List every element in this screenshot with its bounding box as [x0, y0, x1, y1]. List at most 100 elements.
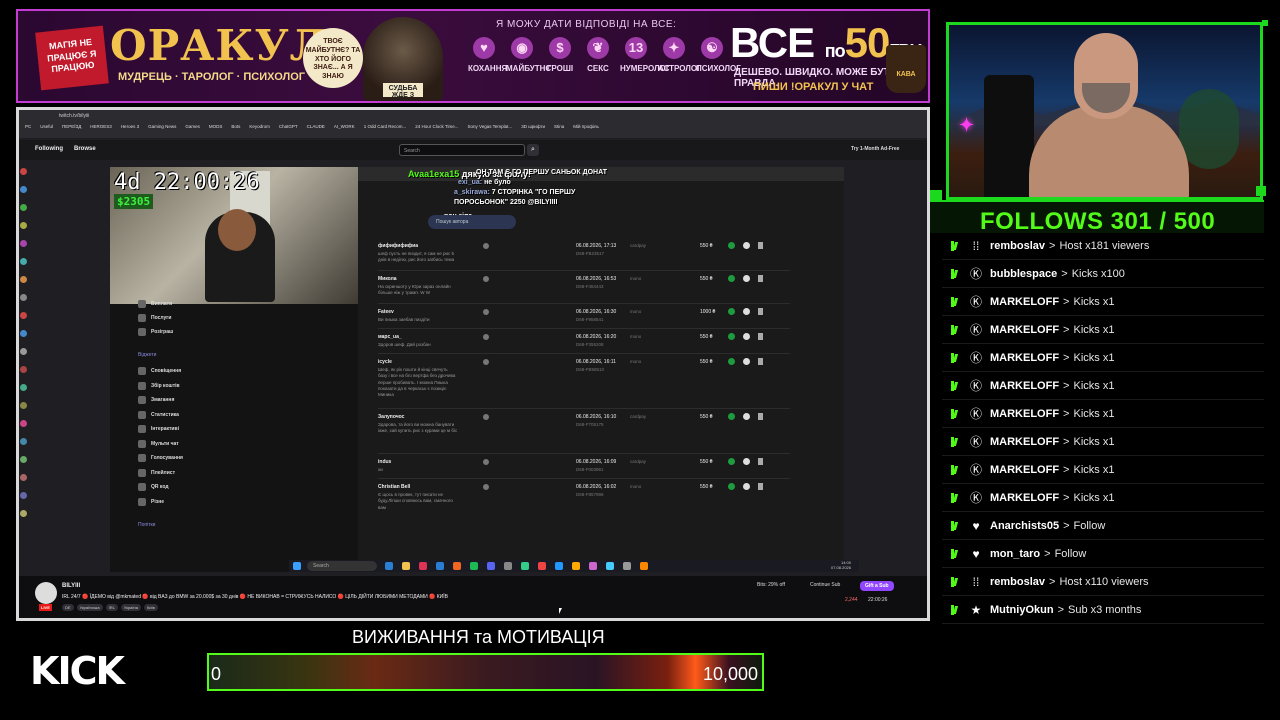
followed-channel-avatar[interactable]	[20, 366, 27, 373]
stream-tag[interactable]: IRL	[105, 604, 118, 611]
followed-channel-avatar[interactable]	[20, 402, 27, 409]
followed-channel-avatar[interactable]	[20, 240, 27, 247]
eye-icon[interactable]	[743, 458, 750, 465]
taskbar-app-icon[interactable]	[538, 562, 546, 570]
sidebar-item[interactable]: QR код	[138, 483, 169, 491]
sidebar-item[interactable]: Сповіщення	[138, 367, 181, 375]
taskbar-app-icon[interactable]	[504, 562, 512, 570]
followed-channel-avatar[interactable]	[20, 420, 27, 427]
eye-icon[interactable]	[743, 358, 750, 365]
trash-icon[interactable]	[758, 333, 763, 340]
trash-icon[interactable]	[758, 358, 763, 365]
bookmark-item[interactable]: MODS	[209, 124, 223, 129]
bookmark-item[interactable]: PC	[25, 124, 31, 129]
bookmark-item[interactable]: Keyodrom	[249, 124, 270, 129]
sidebar-item[interactable]: Розіграш	[138, 328, 173, 336]
approve-icon[interactable]	[728, 275, 735, 282]
bits-button[interactable]: Bits: 29% off	[757, 582, 785, 588]
bookmark-item[interactable]: 24 Hour Clock Time...	[415, 124, 458, 129]
address-bar[interactable]: twitch.tv/bilyiii	[59, 113, 89, 119]
gift-sub-button[interactable]: Gift a Sub	[860, 581, 894, 591]
taskbar-app-icon[interactable]	[623, 562, 631, 570]
approve-icon[interactable]	[728, 483, 735, 490]
twitch-search-input[interactable]: Search	[399, 144, 525, 156]
followed-channel-avatar[interactable]	[20, 330, 27, 337]
followed-channel-avatar[interactable]	[20, 492, 27, 499]
bookmark-item[interactable]: Stina	[554, 124, 564, 129]
followed-channel-avatar[interactable]	[20, 168, 27, 175]
bookmark-item[interactable]: 3D шрифти	[521, 124, 545, 129]
followed-channel-avatar[interactable]	[20, 474, 27, 481]
taskbar-app-icon[interactable]	[572, 562, 580, 570]
sidebar-item[interactable]: Інтерактиві	[138, 425, 179, 433]
nav-browse[interactable]: Browse	[74, 146, 96, 152]
trash-icon[interactable]	[758, 308, 763, 315]
sidebar-item[interactable]: Виплати	[138, 300, 172, 308]
taskbar-app-icon[interactable]	[436, 562, 444, 570]
sidebar-item[interactable]: Статистика	[138, 410, 179, 419]
trash-icon[interactable]	[758, 242, 763, 249]
followed-channel-avatar[interactable]	[20, 276, 27, 283]
taskbar-app-icon[interactable]	[640, 562, 648, 570]
windows-start-icon[interactable]	[293, 562, 301, 570]
approve-icon[interactable]	[728, 358, 735, 365]
taskbar-app-icon[interactable]	[521, 562, 529, 570]
sidebar-item[interactable]: Мульти чат	[138, 439, 179, 448]
trash-icon[interactable]	[758, 483, 763, 490]
eye-icon[interactable]	[743, 242, 750, 249]
trash-icon[interactable]	[758, 413, 763, 420]
followed-channel-avatar[interactable]	[20, 186, 27, 193]
followed-channel-avatar[interactable]	[20, 348, 27, 355]
followed-channel-avatar[interactable]	[20, 312, 27, 319]
followed-channel-avatar[interactable]	[20, 456, 27, 463]
channel-name[interactable]: BILYIII	[62, 583, 80, 589]
bookmark-item[interactable]: CLAUDE	[307, 124, 325, 129]
stream-tag[interactable]: Українська	[76, 604, 103, 611]
stream-tag[interactable]: Київ	[143, 604, 158, 611]
eye-icon[interactable]	[743, 308, 750, 315]
approve-icon[interactable]	[728, 308, 735, 315]
user-icon[interactable]	[483, 459, 489, 465]
bookmark-item[interactable]: Heroes 3	[121, 124, 139, 129]
bookmark-item[interactable]: HEROES3	[90, 124, 112, 129]
eye-icon[interactable]	[743, 333, 750, 340]
sidebar-item[interactable]: Голосування	[138, 454, 183, 462]
taskbar-app-icon[interactable]	[453, 562, 461, 570]
sidebar-item[interactable]: Різне	[138, 497, 164, 506]
bookmark-item[interactable]: ChatGPT	[279, 124, 298, 129]
followed-channel-avatar[interactable]	[20, 510, 27, 517]
trash-icon[interactable]	[758, 275, 763, 282]
bookmark-item[interactable]: AI_WORK	[334, 124, 355, 129]
approve-icon[interactable]	[728, 458, 735, 465]
approve-icon[interactable]	[728, 242, 735, 249]
author-search-input[interactable]: Пошук автора	[428, 215, 516, 229]
followed-channel-avatar[interactable]	[20, 222, 27, 229]
sidebar-item[interactable]: Збір коштів	[138, 381, 180, 390]
user-icon[interactable]	[483, 243, 489, 249]
taskbar-app-icon[interactable]	[419, 562, 427, 570]
sidebar-item[interactable]: Послуги	[138, 314, 171, 322]
taskbar-app-icon[interactable]	[402, 562, 410, 570]
taskbar-app-icon[interactable]	[470, 562, 478, 570]
bookmark-item[interactable]: ПЕРЕЇЗД	[62, 124, 81, 129]
bookmark-item[interactable]: Gaming News	[148, 124, 176, 129]
user-icon[interactable]	[483, 359, 489, 365]
bookmark-item[interactable]: Sony Vegas Templat...	[467, 124, 512, 129]
adfree-button[interactable]: Try 1-Month Ad-Free	[851, 146, 899, 152]
user-icon[interactable]	[483, 334, 489, 340]
taskbar-app-icon[interactable]	[589, 562, 597, 570]
trash-icon[interactable]	[758, 458, 763, 465]
sidebar-item[interactable]: Змагання	[138, 396, 174, 404]
search-icon[interactable]: ⌕	[527, 144, 539, 156]
sidebar-item[interactable]: Плейлист	[138, 468, 175, 477]
bookmark-item[interactable]: Useful	[40, 124, 53, 129]
user-icon[interactable]	[483, 276, 489, 282]
followed-channel-avatar[interactable]	[20, 384, 27, 391]
bookmark-item[interactable]: Games	[185, 124, 200, 129]
taskbar-search[interactable]: Search	[307, 561, 377, 571]
followed-channel-avatar[interactable]	[20, 204, 27, 211]
eye-icon[interactable]	[743, 483, 750, 490]
approve-icon[interactable]	[728, 413, 735, 420]
nav-following[interactable]: Following	[35, 146, 63, 152]
taskbar-app-icon[interactable]	[555, 562, 563, 570]
